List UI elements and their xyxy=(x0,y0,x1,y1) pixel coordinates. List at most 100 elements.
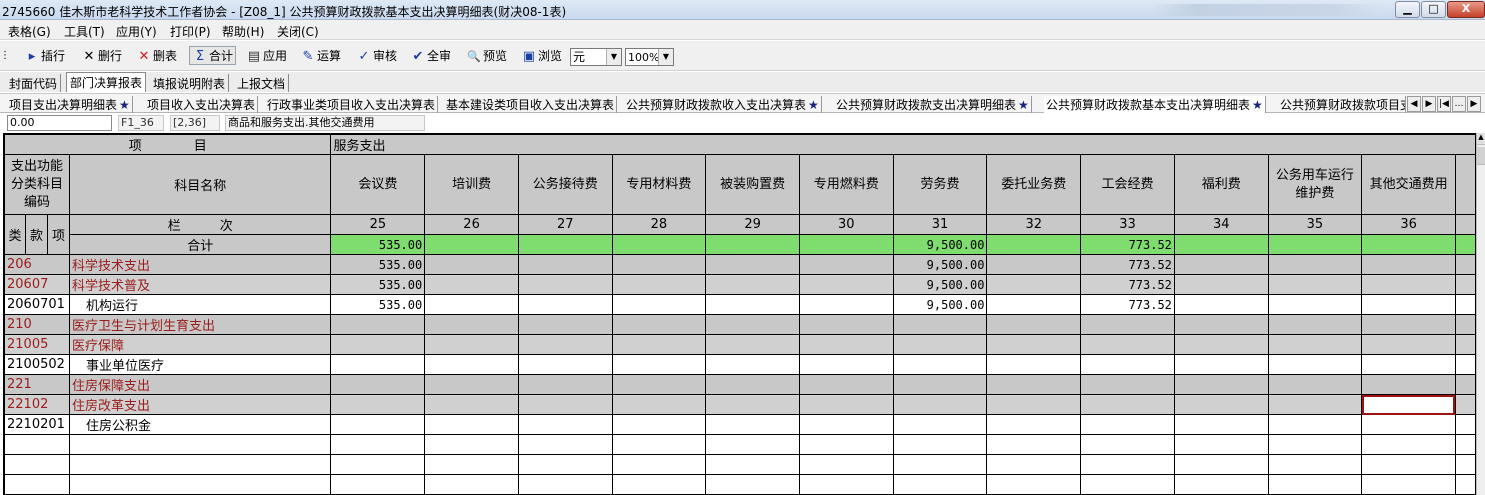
data-cell[interactable]: 773.52 xyxy=(1080,274,1175,295)
data-cell[interactable] xyxy=(986,274,1082,295)
sheet-tab-upload-docs[interactable]: 上报文档 xyxy=(234,74,290,92)
data-cell[interactable] xyxy=(1361,354,1456,375)
data-cell[interactable] xyxy=(892,394,988,415)
data-cell[interactable] xyxy=(1173,294,1269,315)
row-name[interactable]: 机构运行 xyxy=(68,294,332,315)
apply-button[interactable]: ▤ 应用 xyxy=(246,47,287,66)
total-cell[interactable] xyxy=(986,234,1082,255)
data-cell[interactable] xyxy=(798,314,894,335)
data-cell[interactable] xyxy=(424,354,519,375)
table-tab-admin-project[interactable]: 行政事业类项目收入支出决算表 xyxy=(265,96,439,113)
data-cell[interactable] xyxy=(1267,254,1363,275)
total-cell[interactable] xyxy=(1267,234,1363,255)
data-cell[interactable] xyxy=(330,334,426,355)
data-cell[interactable] xyxy=(1361,374,1456,395)
empty-cell[interactable] xyxy=(1173,474,1269,495)
data-cell[interactable] xyxy=(517,294,613,315)
data-cell[interactable] xyxy=(1267,294,1363,315)
data-cell[interactable] xyxy=(986,294,1082,315)
data-cell[interactable] xyxy=(611,314,707,335)
empty-cell[interactable] xyxy=(986,434,1082,455)
empty-cell[interactable] xyxy=(1080,434,1175,455)
data-cell[interactable] xyxy=(1080,374,1175,395)
data-cell[interactable] xyxy=(1173,394,1269,415)
data-cell[interactable] xyxy=(611,274,707,295)
table-tab-budget-income[interactable]: 公共预算财政拨款收入支出决算表 ★ xyxy=(624,96,822,113)
empty-cell[interactable] xyxy=(798,434,894,455)
empty-cell[interactable] xyxy=(68,474,332,495)
data-cell[interactable] xyxy=(798,414,894,435)
total-cell[interactable] xyxy=(424,234,519,255)
selected-cell[interactable] xyxy=(1361,394,1456,415)
data-cell[interactable] xyxy=(1267,374,1363,395)
empty-cell[interactable] xyxy=(517,434,613,455)
last-tab-icon[interactable]: ▶ xyxy=(1467,96,1481,112)
empty-cell[interactable] xyxy=(705,474,800,495)
menu-help[interactable]: 帮助(H) xyxy=(222,23,264,40)
data-cell[interactable] xyxy=(986,394,1082,415)
row-code[interactable]: 2060701 xyxy=(4,294,70,315)
data-cell[interactable] xyxy=(986,374,1082,395)
data-cell[interactable] xyxy=(330,374,426,395)
data-cell[interactable] xyxy=(611,294,707,315)
data-cell[interactable] xyxy=(517,374,613,395)
row-name[interactable]: 科学技术普及 xyxy=(68,274,332,295)
audit-button[interactable]: ✓ 审核 xyxy=(356,47,397,66)
data-cell[interactable] xyxy=(611,354,707,375)
total-cell[interactable]: 773.52 xyxy=(1080,234,1175,255)
data-cell[interactable] xyxy=(798,274,894,295)
empty-cell[interactable] xyxy=(424,454,519,475)
data-cell[interactable] xyxy=(611,374,707,395)
empty-cell[interactable] xyxy=(517,454,613,475)
minimize-button[interactable]: ▁ xyxy=(1395,1,1420,18)
unit-select[interactable]: 元 ▼ xyxy=(570,48,622,66)
data-cell[interactable] xyxy=(517,314,613,335)
data-cell[interactable] xyxy=(1080,394,1175,415)
data-cell[interactable] xyxy=(1173,274,1269,295)
data-cell[interactable] xyxy=(705,274,800,295)
empty-cell[interactable] xyxy=(517,474,613,495)
calculate-button[interactable]: ✎ 运算 xyxy=(300,47,341,66)
empty-cell[interactable] xyxy=(330,474,426,495)
data-cell[interactable] xyxy=(705,314,800,335)
chevron-down-icon[interactable]: ▼ xyxy=(606,49,621,65)
data-cell[interactable] xyxy=(798,374,894,395)
data-cell[interactable] xyxy=(705,334,800,355)
empty-cell[interactable] xyxy=(1361,474,1456,495)
empty-cell[interactable] xyxy=(68,454,332,475)
first-tab-icon[interactable]: |◀ xyxy=(1437,96,1451,112)
data-cell[interactable] xyxy=(330,354,426,375)
data-cell[interactable] xyxy=(330,394,426,415)
data-cell[interactable] xyxy=(798,334,894,355)
empty-cell[interactable] xyxy=(1361,454,1456,475)
data-cell[interactable] xyxy=(705,394,800,415)
empty-cell[interactable] xyxy=(4,474,70,495)
data-cell[interactable] xyxy=(611,394,707,415)
total-cell[interactable] xyxy=(517,234,613,255)
empty-cell[interactable] xyxy=(424,474,519,495)
data-cell[interactable]: 535.00 xyxy=(330,254,426,275)
row-code[interactable]: 21005 xyxy=(4,334,70,355)
data-cell[interactable] xyxy=(517,334,613,355)
empty-cell[interactable] xyxy=(611,474,707,495)
sheet-tab-notes[interactable]: 填报说明附表 xyxy=(150,74,230,92)
data-cell[interactable]: 773.52 xyxy=(1080,294,1175,315)
data-cell[interactable] xyxy=(1267,274,1363,295)
data-cell[interactable] xyxy=(1361,314,1456,335)
empty-cell[interactable] xyxy=(4,434,70,455)
table-tab-project-income[interactable]: 项目收入支出决算表 xyxy=(145,96,259,113)
data-cell[interactable] xyxy=(1173,374,1269,395)
row-name[interactable]: 住房公积金 xyxy=(68,414,332,435)
menu-close[interactable]: 关闭(C) xyxy=(277,23,319,40)
empty-cell[interactable] xyxy=(611,434,707,455)
data-cell[interactable] xyxy=(424,374,519,395)
empty-cell[interactable] xyxy=(1080,454,1175,475)
data-cell[interactable] xyxy=(1267,334,1363,355)
data-cell[interactable]: 9,500.00 xyxy=(892,254,988,275)
data-cell[interactable] xyxy=(517,254,613,275)
cell-value-input[interactable]: 0.00 xyxy=(7,115,112,131)
data-cell[interactable] xyxy=(517,274,613,295)
empty-cell[interactable] xyxy=(1267,454,1363,475)
row-code[interactable]: 221 xyxy=(4,374,70,395)
row-code[interactable]: 206 xyxy=(4,254,70,275)
